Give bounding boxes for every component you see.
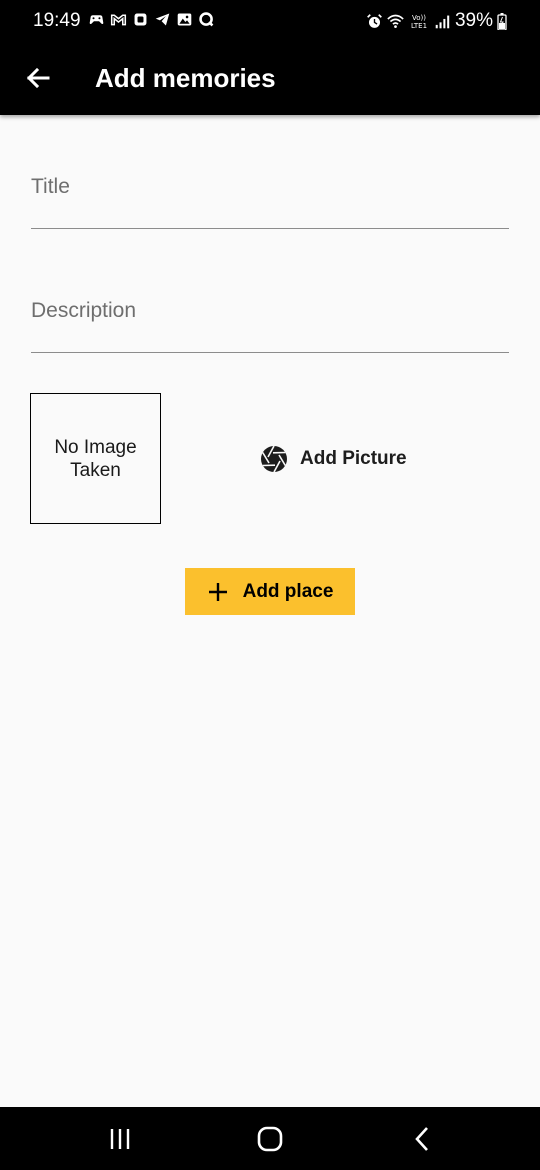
home-button[interactable] <box>254 1123 286 1155</box>
title-input[interactable] <box>31 172 509 202</box>
description-field <box>31 296 509 353</box>
search-app-icon <box>199 12 214 27</box>
no-image-text: No Image Taken <box>54 436 137 481</box>
status-notification-icons <box>88 11 215 28</box>
recent-apps-icon <box>110 1129 130 1149</box>
status-time: 19:49 <box>33 10 81 31</box>
signal-icon <box>435 15 450 28</box>
svg-text:LTE1: LTE1 <box>411 22 427 30</box>
alarm-icon <box>367 13 382 28</box>
title-field <box>31 172 509 229</box>
back-icon <box>415 1127 428 1151</box>
recent-apps-button[interactable] <box>104 1123 136 1155</box>
plus-icon <box>208 582 227 601</box>
image-preview: No Image Taken <box>30 393 161 524</box>
arrow-back-icon <box>26 67 50 89</box>
gmail-icon <box>110 14 127 26</box>
camera-aperture-icon <box>261 445 287 473</box>
status-bar: 19:49 Vo)) LTE1 39% <box>0 0 540 42</box>
home-icon <box>257 1126 283 1152</box>
title-underline <box>31 228 509 229</box>
battery-icon <box>497 12 507 30</box>
back-button[interactable] <box>22 62 54 94</box>
telegram-icon <box>155 13 170 26</box>
add-place-label: Add place <box>242 580 334 602</box>
status-system-icons: Vo)) LTE1 39% <box>366 10 507 32</box>
notification-box-icon <box>134 13 147 26</box>
add-picture-button[interactable]: Add Picture <box>252 437 415 481</box>
page-title: Add memories <box>95 63 276 93</box>
description-underline <box>31 352 509 353</box>
add-picture-label: Add Picture <box>300 448 407 469</box>
app-bar: Add memories <box>0 42 540 115</box>
nav-back-button[interactable] <box>406 1123 438 1155</box>
volte-lte-icon: Vo))LTE1 <box>411 14 427 30</box>
battery-percent: 39% <box>454 10 493 31</box>
description-input[interactable] <box>31 296 509 326</box>
add-place-button[interactable]: Add place <box>185 568 355 615</box>
gallery-icon <box>177 13 192 26</box>
wifi-icon <box>387 14 404 28</box>
system-nav-bar <box>0 1107 540 1170</box>
svg-text:Vo)): Vo)) <box>412 14 426 22</box>
game-controller-icon <box>89 15 104 25</box>
